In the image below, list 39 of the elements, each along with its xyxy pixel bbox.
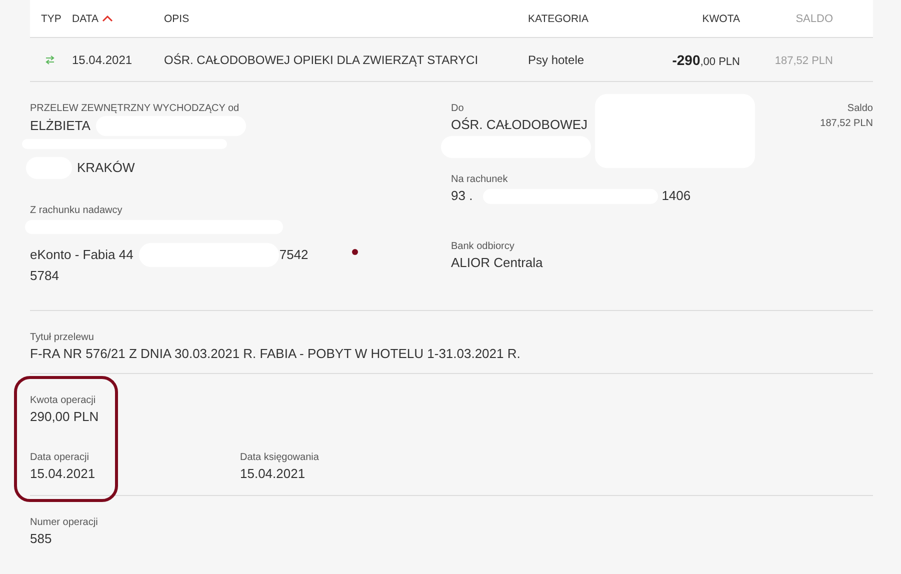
field-label: Z rachunku nadawcy	[30, 204, 124, 218]
date-value: 15.04.2021	[30, 465, 96, 483]
column-header[interactable]: OPIS	[164, 12, 190, 24]
account-number: 7542	[279, 246, 308, 264]
field-label: Data operacji	[30, 451, 90, 465]
amount-text: -290,00 PLN	[672, 54, 740, 68]
column-header[interactable]: DATA	[72, 12, 114, 24]
sort-up-icon	[102, 15, 114, 22]
field-label: PRZELEW ZEWNĘTRZNY WYCHODZĄCY od	[30, 102, 240, 116]
category-text: Psy hotele	[528, 52, 584, 66]
balance-value: 187,52 PLN	[820, 117, 873, 131]
amount-value: 290,00 PLN	[30, 408, 100, 426]
field-label: Kwota operacji	[30, 394, 97, 408]
transfer-title: F-RA NR 576/21 Z DNIA 30.03.2021 R. FABIA - POBYT W HOTELU 1-31.03.2021 R.	[30, 345, 522, 363]
column-header[interactable]: KWOTA	[702, 12, 740, 24]
column-header[interactable]: KATEGORIA	[528, 12, 588, 24]
date-text: 15.04.2021	[72, 52, 132, 66]
recipient-name: OŚR. CAŁODOBOWEJ	[451, 116, 589, 134]
date-value: 15.04.2021	[240, 465, 306, 483]
bank-name: ALIOR Centrala	[451, 254, 544, 272]
field-label: Saldo	[846, 102, 873, 116]
balance-text: 187,52 PLN	[774, 54, 833, 66]
operation-number: 585	[30, 530, 53, 548]
account-number: 1406	[662, 187, 691, 205]
description-text: OŚR. CAŁODOBOWEJ OPIEKI DLA ZWIERZĄT STARYCI	[164, 52, 478, 66]
field-label: Numer operacji	[30, 516, 99, 530]
sender-city: KRAKÓW	[77, 159, 135, 177]
field-label: Data księgowania	[240, 451, 320, 465]
account-name: eKonto - Fabia 44	[30, 246, 134, 264]
field-label: Do	[451, 102, 465, 116]
status-dot	[352, 249, 358, 255]
field-label: Tytuł przelewu	[30, 331, 95, 345]
field-label: Na rachunek	[451, 173, 509, 187]
account-number: 5784	[30, 267, 60, 285]
field-label: Bank odbiorcy	[451, 240, 516, 254]
sender-name: ELŻBIETA	[30, 117, 90, 135]
account-number: 93 .	[451, 187, 473, 205]
column-header[interactable]: TYP	[41, 12, 62, 24]
transfer-icon	[45, 54, 55, 64]
